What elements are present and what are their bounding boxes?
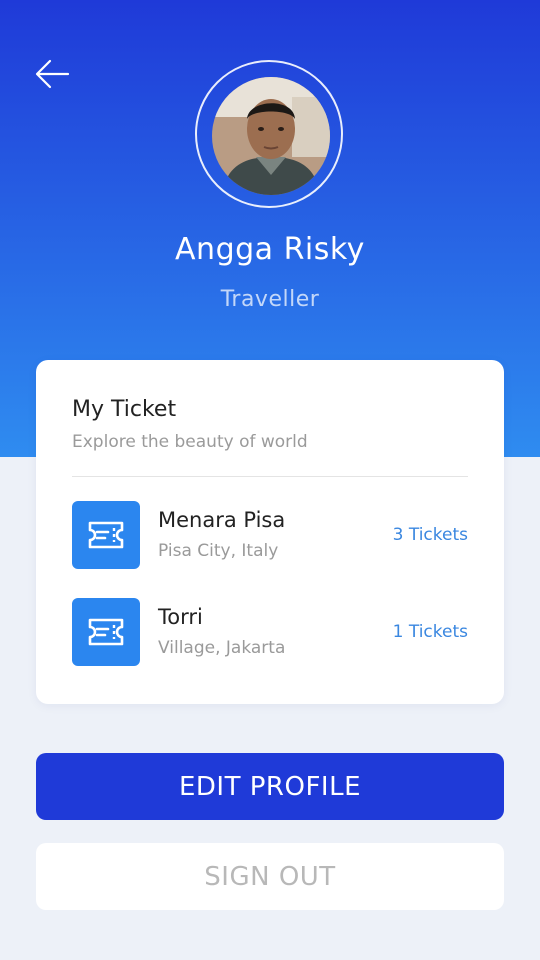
user-name: Angga Risky <box>175 232 365 267</box>
ticket-location: Village, Jakarta <box>158 638 286 658</box>
back-button[interactable] <box>30 56 74 92</box>
ticket-item-menara-pisa[interactable]: Menara Pisa Pisa City, Italy 3 Tickets <box>72 501 468 569</box>
ticket-count[interactable]: 1 Tickets <box>393 622 468 642</box>
avatar-ring <box>195 60 343 208</box>
user-role: Traveller <box>220 287 320 312</box>
card-subtitle: Explore the beauty of world <box>72 432 308 452</box>
ticket-item-torri[interactable]: Torri Village, Jakarta 1 Tickets <box>72 598 468 666</box>
divider <box>72 476 468 477</box>
edit-profile-button[interactable]: EDIT PROFILE <box>36 753 504 820</box>
ticket-icon <box>72 501 140 569</box>
arrow-left-icon <box>35 59 70 89</box>
avatar-photo <box>212 77 330 195</box>
sign-out-button[interactable]: SIGN OUT <box>36 843 504 910</box>
my-ticket-card: My Ticket Explore the beauty of world Me… <box>36 360 504 704</box>
ticket-name: Menara Pisa <box>158 508 286 532</box>
ticket-count[interactable]: 3 Tickets <box>393 525 468 545</box>
ticket-icon <box>72 598 140 666</box>
card-title: My Ticket <box>72 397 177 422</box>
ticket-name: Torri <box>158 605 203 629</box>
avatar[interactable] <box>212 77 330 195</box>
ticket-location: Pisa City, Italy <box>158 541 279 561</box>
